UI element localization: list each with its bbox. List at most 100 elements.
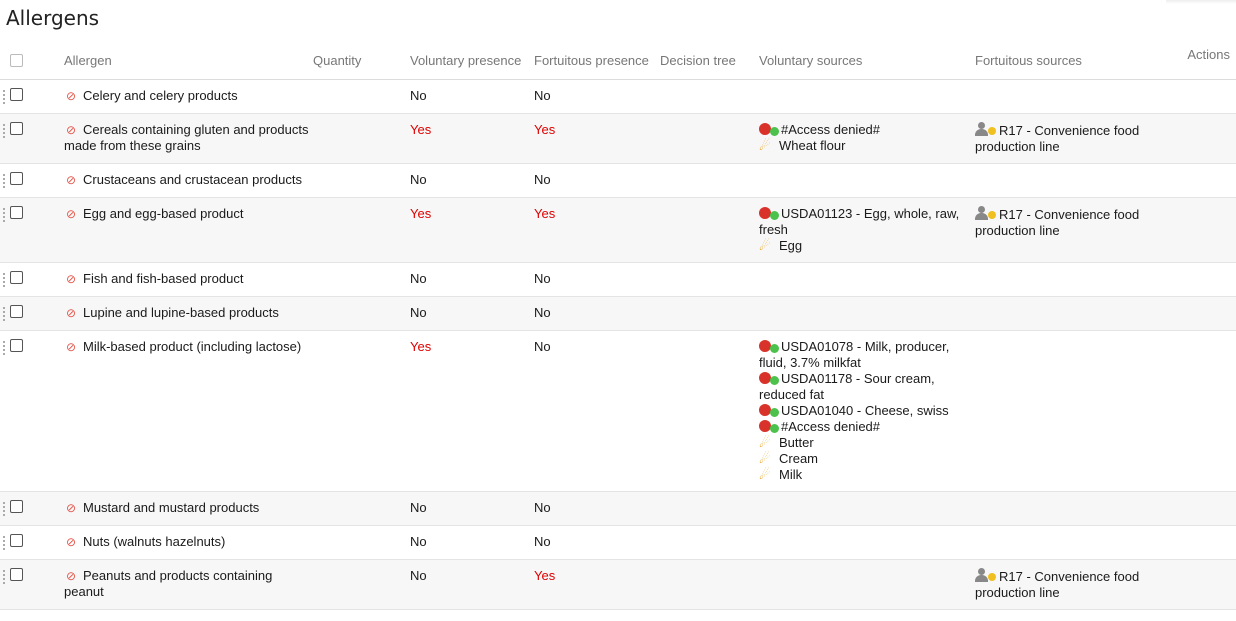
row-checkbox[interactable] [10,339,23,352]
drag-handle-icon[interactable] [3,570,7,584]
select-all-checkbox[interactable] [10,53,23,67]
row-checkbox[interactable] [10,88,23,101]
header-voluntary-presence[interactable]: Voluntary presence [410,41,534,80]
allergen-name[interactable]: Peanuts and products containing peanut [64,568,272,599]
decision-tree-cell [660,197,759,263]
source-item: USDA01123 - Egg, whole, raw, fresh [759,206,975,238]
source-link[interactable]: Cream [779,451,818,466]
source-item: R17 - Convenience food production line [975,122,1177,155]
source-link[interactable]: Wheat flour [779,138,845,153]
no-allergen-icon: ⊘ [65,501,77,515]
drag-handle-icon[interactable] [3,90,7,104]
row-checkbox[interactable] [10,271,23,284]
source-link[interactable]: Milk [779,467,802,482]
table-row[interactable]: ⊘ Cereals containing gluten and products … [0,113,1236,164]
source-link[interactable]: Egg [779,238,802,253]
row-checkbox[interactable] [10,568,23,581]
header-decision-tree[interactable]: Decision tree [660,41,759,80]
table-row[interactable]: ⊘ Milk-based product (including lactose) Y… [0,330,1236,492]
fortuitous-sources-cell [975,525,1177,560]
voluntary-sources-cell [759,491,975,526]
row-checkbox[interactable] [10,305,23,318]
drag-handle-icon[interactable] [3,208,7,222]
voluntary-presence-value: Yes [410,339,432,354]
source-link[interactable]: #Access denied# [781,122,880,137]
fortuitous-sources-cell: R17 - Convenience food production line [975,559,1177,610]
quantity-cell [313,262,410,297]
header-quantity[interactable]: Quantity [313,41,410,80]
row-checkbox[interactable] [10,534,23,547]
raw-material-icon [759,123,781,136]
table-row[interactable]: ⊘ Nuts (walnuts hazelnuts) No No [0,525,1236,560]
row-select-cell [0,330,64,492]
row-checkbox[interactable] [10,206,23,219]
fortuitous-presence-cell: Yes [534,113,660,164]
ingredient-icon: ☄ [759,467,771,482]
voluntary-presence-value: No [410,305,427,320]
table-row[interactable]: ⊘ Peanuts and products containing peanut N… [0,559,1236,610]
fortuitous-sources-cell [975,491,1177,526]
source-link[interactable]: USDA01078 - Milk, producer, fluid, 3.7% … [759,339,949,370]
raw-material-icon [759,340,781,353]
header-fortuitous-presence[interactable]: Fortuitous presence [534,41,660,80]
fortuitous-presence-value: No [534,172,551,187]
quantity-cell [313,330,410,492]
source-item: ☄ Milk [759,467,975,483]
voluntary-sources-cell [759,559,975,610]
source-link[interactable]: USDA01178 - Sour cream, reduced fat [759,371,935,402]
allergen-name[interactable]: Nuts (walnuts hazelnuts) [83,534,225,549]
table-row[interactable]: ⊘ Mustard and mustard products No No [0,491,1236,526]
header-allergen[interactable]: Allergen [64,41,313,80]
source-link[interactable]: USDA01123 - Egg, whole, raw, fresh [759,206,959,237]
row-checkbox[interactable] [10,122,23,135]
source-item: ☄ Egg [759,238,975,254]
row-select-cell [0,525,64,560]
drag-handle-icon[interactable] [3,174,7,188]
table-row[interactable]: ⊘ Crustaceans and crustacean products No No [0,163,1236,198]
ingredient-icon: ☄ [759,435,771,450]
actions-cell [1177,197,1236,263]
table-row[interactable]: ⊘ Egg and egg-based product Yes Yes USDA0112… [0,197,1236,263]
drag-handle-icon[interactable] [3,124,7,138]
allergen-name[interactable]: Lupine and lupine-based products [83,305,279,320]
row-checkbox[interactable] [10,172,23,185]
allergen-name[interactable]: Fish and fish-based product [83,271,243,286]
drag-handle-icon[interactable] [3,341,7,355]
source-item: USDA01178 - Sour cream, reduced fat [759,371,975,403]
allergen-cell: ⊘ Peanuts and products containing peanut [64,559,313,610]
header-voluntary-sources[interactable]: Voluntary sources [759,41,975,80]
source-item: #Access denied# [759,122,975,138]
drag-handle-icon[interactable] [3,307,7,321]
source-link[interactable]: #Access denied# [781,419,880,434]
fortuitous-sources-cell [975,330,1177,492]
fortuitous-presence-value: No [534,271,551,286]
voluntary-sources-cell: USDA01123 - Egg, whole, raw, fresh ☄ Egg [759,197,975,263]
source-link[interactable]: USDA01040 - Cheese, swiss [781,403,949,418]
allergen-name[interactable]: Cereals containing gluten and products m… [64,122,308,153]
row-select-cell [0,262,64,297]
allergen-name[interactable]: Egg and egg-based product [83,206,243,221]
source-link[interactable]: R17 - Convenience food production line [975,207,1139,238]
allergen-name[interactable]: Mustard and mustard products [83,500,259,515]
source-link[interactable]: Butter [779,435,814,450]
page-title: Allergens [6,6,100,30]
table-row[interactable]: ⊘ Celery and celery products No No [0,79,1236,114]
allergen-name[interactable]: Celery and celery products [83,88,238,103]
drag-handle-icon[interactable] [3,502,7,516]
voluntary-presence-cell: No [410,559,534,610]
allergen-name[interactable]: Crustaceans and crustacean products [83,172,302,187]
source-item: ☄ Wheat flour [759,138,975,154]
source-link[interactable]: R17 - Convenience food production line [975,123,1139,154]
source-link[interactable]: R17 - Convenience food production line [975,569,1139,600]
header-fortuitous-sources[interactable]: Fortuitous sources [975,41,1177,80]
drag-handle-icon[interactable] [3,273,7,287]
row-select-cell [0,79,64,114]
allergen-name[interactable]: Milk-based product (including lactose) [83,339,301,354]
source-item: R17 - Convenience food production line [975,568,1177,601]
no-allergen-icon: ⊘ [65,89,77,103]
fortuitous-presence-cell: No [534,79,660,114]
drag-handle-icon[interactable] [3,536,7,550]
row-checkbox[interactable] [10,500,23,513]
table-row[interactable]: ⊘ Lupine and lupine-based products No No [0,296,1236,331]
table-row[interactable]: ⊘ Fish and fish-based product No No [0,262,1236,297]
